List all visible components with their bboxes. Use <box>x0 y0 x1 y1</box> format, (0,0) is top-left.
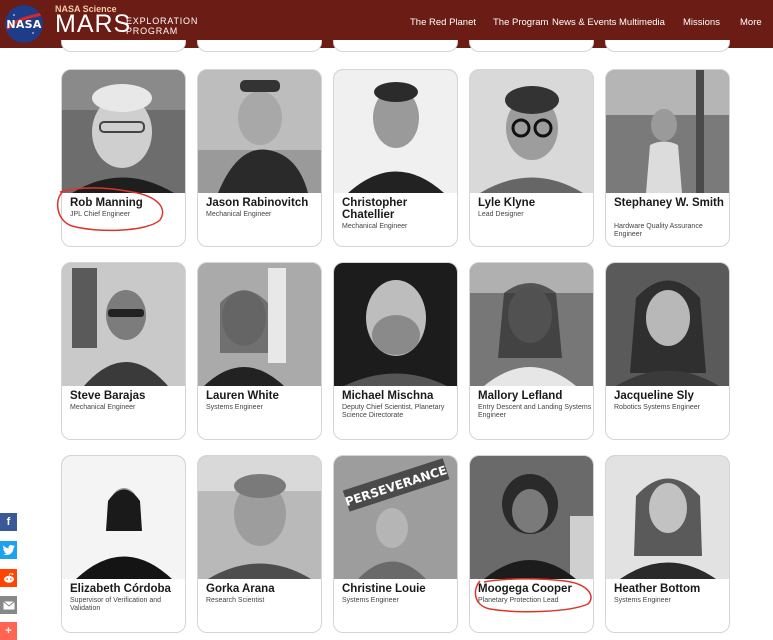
person-role: Mechanical Engineer <box>70 404 136 411</box>
brand-subtitle: EXPLORATION PROGRAM <box>126 16 198 36</box>
person-photo[interactable] <box>198 263 321 386</box>
person-card[interactable]: Jacqueline Sly Robotics Systems Engineer <box>605 262 730 440</box>
person-role: Planetary Protection Lead <box>478 597 559 604</box>
person-photo[interactable] <box>198 456 321 579</box>
person-card[interactable]: Heather Bottom Systems Engineer <box>605 455 730 633</box>
nav-the-program[interactable]: The Program <box>493 17 548 28</box>
facebook-icon[interactable]: f <box>0 513 17 531</box>
person-card[interactable]: Lauren White Systems Engineer <box>197 262 322 440</box>
brand-subtitle-line2: PROGRAM <box>126 25 179 36</box>
person-name: Gorka Arana <box>206 583 275 595</box>
person-name: Jacqueline Sly <box>614 390 694 402</box>
previous-card-edge <box>61 40 186 52</box>
previous-card-edge <box>469 40 594 52</box>
nav-the-red-planet[interactable]: The Red Planet <box>410 17 476 28</box>
person-photo[interactable] <box>62 70 185 193</box>
person-role: Hardware Quality Assurance Engineer <box>614 223 703 238</box>
person-photo[interactable] <box>334 70 457 193</box>
person-role: Lead Designer <box>478 211 524 218</box>
person-role: Systems Engineer <box>206 404 263 411</box>
reddit-icon[interactable] <box>0 569 17 587</box>
person-photo[interactable] <box>470 456 593 579</box>
nav-more[interactable]: More <box>740 17 762 28</box>
person-name: Stephaney W. Smith <box>614 197 724 209</box>
person-role: Systems Engineer <box>614 597 671 604</box>
person-name: Christopher Chatellier <box>342 197 408 221</box>
person-role: Mechanical Engineer <box>206 211 272 218</box>
person-name: Christine Louie <box>342 583 426 595</box>
nasa-logo-text: NASA <box>6 17 42 31</box>
person-card[interactable]: Mallory Lefland Entry Descent and Landin… <box>469 262 594 440</box>
nav-missions[interactable]: Missions <box>683 17 720 28</box>
person-role: Entry Descent and Landing Systems Engine… <box>478 404 592 419</box>
person-photo[interactable] <box>606 70 729 193</box>
person-name: Lauren White <box>206 390 279 402</box>
person-photo[interactable] <box>470 263 593 386</box>
person-card[interactable]: Gorka Arana Research Scientist <box>197 455 322 633</box>
person-name: Elizabeth Córdoba <box>70 583 171 595</box>
person-name: Jason Rabinovitch <box>206 197 309 209</box>
brand-title[interactable]: MARS <box>55 12 131 37</box>
person-photo[interactable] <box>62 263 185 386</box>
person-photo[interactable] <box>62 456 185 579</box>
person-role: Robotics Systems Engineer <box>614 404 700 411</box>
person-name: Heather Bottom <box>614 583 701 595</box>
email-icon[interactable] <box>0 596 17 614</box>
person-role: Deputy Chief Scientist, Planetary Scienc… <box>342 404 445 419</box>
person-photo[interactable] <box>606 456 729 579</box>
person-photo[interactable] <box>606 263 729 386</box>
person-name: Rob Manning <box>70 197 143 209</box>
person-role: Research Scientist <box>206 597 265 604</box>
person-card[interactable]: PERSEVERANCE Christine Louie Systems Eng… <box>333 455 458 633</box>
more-share-icon[interactable]: + <box>0 622 17 640</box>
person-card[interactable]: Lyle Klyne Lead Designer <box>469 69 594 247</box>
person-card[interactable]: Steve Barajas Mechanical Engineer <box>61 262 186 440</box>
person-role: JPL Chief Engineer <box>70 211 131 218</box>
person-name: Michael Mischna <box>342 390 434 402</box>
person-name: Lyle Klyne <box>478 197 536 209</box>
person-photo[interactable] <box>334 263 457 386</box>
person-card[interactable]: Jason Rabinovitch Mechanical Engineer <box>197 69 322 247</box>
previous-card-edge <box>333 40 458 52</box>
person-role: Mechanical Engineer <box>342 223 408 230</box>
person-role: Systems Engineer <box>342 597 399 604</box>
nasa-logo[interactable]: NASA <box>5 5 43 43</box>
nav-multimedia[interactable]: Multimedia <box>619 17 665 28</box>
person-photo[interactable] <box>470 70 593 193</box>
person-card[interactable]: Stephaney W. Smith Hardware Quality Assu… <box>605 69 730 247</box>
person-card[interactable]: Elizabeth Córdoba Supervisor of Verifica… <box>61 455 186 633</box>
person-card[interactable]: Michael Mischna Deputy Chief Scientist, … <box>333 262 458 440</box>
person-photo[interactable] <box>198 70 321 193</box>
twitter-icon[interactable] <box>0 541 17 559</box>
person-photo[interactable]: PERSEVERANCE <box>334 456 457 579</box>
person-card[interactable]: Moogega Cooper Planetary Protection Lead <box>469 455 594 633</box>
previous-card-edge <box>605 40 730 52</box>
previous-card-edge <box>197 40 322 52</box>
person-name: Moogega Cooper <box>478 583 572 595</box>
person-role: Supervisor of Verification and Validatio… <box>70 597 162 612</box>
person-name: Steve Barajas <box>70 390 146 402</box>
person-card[interactable]: Rob Manning JPL Chief Engineer <box>61 69 186 247</box>
person-card[interactable]: Christopher Chatellier Mechanical Engine… <box>333 69 458 247</box>
person-name: Mallory Lefland <box>478 390 563 402</box>
nav-news-events[interactable]: News & Events <box>552 17 616 28</box>
